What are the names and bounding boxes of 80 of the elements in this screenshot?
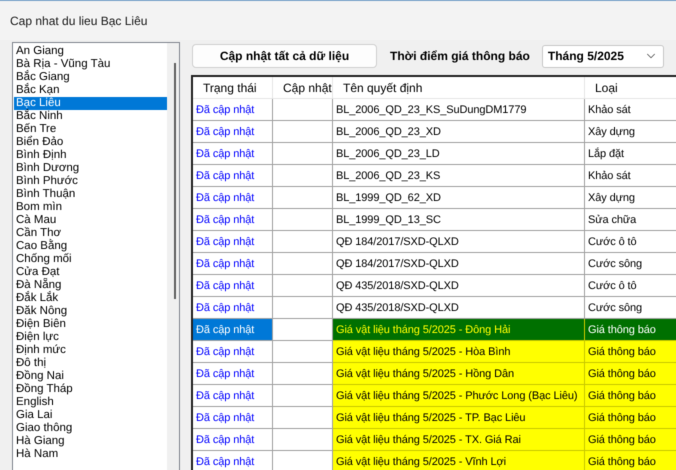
status-cell[interactable]: Đã cập nhật — [193, 319, 273, 341]
table-cell: Giá vật liệu tháng 5/2025 - Hòa Bình — [333, 341, 585, 363]
status-cell[interactable]: Đã cập nhật — [193, 253, 273, 275]
table-cell: Giá thông báo — [585, 385, 676, 407]
table-cell: Giá thông báo — [585, 429, 676, 451]
table-cell: Giá thông báo — [585, 451, 676, 470]
status-cell[interactable]: Đã cập nhật — [193, 429, 273, 451]
table-cell: Giá vật liệu tháng 5/2025 - TP. Bạc Liêu — [333, 407, 585, 429]
table-cell: QĐ 435/2018/SXD-QLXD — [333, 297, 585, 319]
province-item[interactable]: Bắc Giang — [14, 71, 167, 84]
province-item[interactable]: Đô thị — [14, 357, 167, 370]
table-cell: BL_2006_QD_23_LD — [333, 143, 585, 165]
status-cell[interactable]: Đã cập nhật — [193, 275, 273, 297]
province-item[interactable]: Điện Biên — [14, 318, 167, 331]
province-item[interactable]: Đắk Lắk — [14, 292, 167, 305]
province-item[interactable]: Bom mìn — [14, 201, 167, 214]
status-cell[interactable]: Đã cập nhật — [193, 363, 273, 385]
table-cell: QĐ 184/2017/SXD-QLXD — [333, 253, 585, 275]
table-cell: BL_2006_QD_23_KS_SuDungDM1779 — [333, 99, 585, 121]
province-item[interactable]: Chống mối — [14, 253, 167, 266]
table-cell: BL_1999_QD_13_SC — [333, 209, 585, 231]
province-item[interactable]: Biển Đảo — [14, 136, 167, 149]
province-item[interactable]: Bình Thuận — [14, 188, 167, 201]
table-cell: BL_2006_QD_23_KS — [333, 165, 585, 187]
status-cell[interactable]: Đã cập nhật — [193, 209, 273, 231]
province-item[interactable]: Bắc Ninh — [14, 110, 167, 123]
province-item[interactable]: Đăk Nông — [14, 305, 167, 318]
status-cell[interactable]: Đã cập nhật — [193, 341, 273, 363]
period-dropdown[interactable]: Tháng 5/2025 — [542, 44, 664, 68]
province-item[interactable]: Bạc Liêu — [14, 97, 167, 110]
province-item[interactable]: Bắc Kạn — [14, 84, 167, 97]
status-cell[interactable]: Đã cập nhật — [193, 231, 273, 253]
table-cell: Giá thông báo — [585, 363, 676, 385]
table-cell: Giá thông báo — [585, 407, 676, 429]
table-cell: Giá thông báo — [585, 319, 676, 341]
province-item[interactable]: Đồng Nai — [14, 370, 167, 383]
province-item[interactable]: English — [14, 396, 167, 409]
table-cell: QĐ 435/2018/SXD-QLXD — [333, 275, 585, 297]
update-all-button[interactable]: Cập nhật tất cả dữ liệu — [192, 44, 377, 68]
province-item[interactable]: Cần Thơ — [14, 227, 167, 240]
province-item[interactable]: Cao Bằng — [14, 240, 167, 253]
scrollbar[interactable] — [167, 43, 179, 470]
province-item[interactable]: Bình Phước — [14, 175, 167, 188]
province-item[interactable]: Gia Lai — [14, 409, 167, 422]
province-item[interactable]: Đà Nẵng — [14, 279, 167, 292]
status-cell[interactable]: Đã cập nhật — [193, 165, 273, 187]
province-item[interactable]: Điện lực — [14, 331, 167, 344]
province-item[interactable]: Giao thông — [14, 422, 167, 435]
province-item[interactable]: Bình Định — [14, 149, 167, 162]
province-item[interactable]: Cửa Đạt — [14, 266, 167, 279]
window-title: Cap nhat du lieu Bạc Liêu — [10, 14, 148, 28]
province-item[interactable]: Bến Tre — [14, 123, 167, 136]
province-item[interactable]: An Giang — [14, 45, 167, 58]
table-cell: Giá vật liệu tháng 5/2025 - Phước Long (Bạc Liêu) — [333, 385, 585, 407]
table-cell: QĐ 184/2017/SXD-QLXD — [333, 231, 585, 253]
status-cell[interactable]: Đã cập nhật — [193, 451, 273, 470]
table-cell: Giá vật liệu tháng 5/2025 - Vĩnh Lợi — [333, 451, 585, 470]
status-cell[interactable]: Đã cập nhật — [193, 187, 273, 209]
province-item[interactable]: Định mức — [14, 344, 167, 357]
province-item[interactable]: Cà Mau — [14, 214, 167, 227]
table-cell: BL_2006_QD_23_XD — [333, 121, 585, 143]
status-cell[interactable]: Đã cập nhật — [193, 99, 273, 121]
table-cell: BL_1999_QD_62_XD — [333, 187, 585, 209]
status-cell[interactable]: Đã cập nhật — [193, 297, 273, 319]
province-item[interactable]: Đồng Tháp — [14, 383, 167, 396]
status-cell[interactable]: Đã cập nhật — [193, 407, 273, 429]
status-cell[interactable]: Đã cập nhật — [193, 385, 273, 407]
province-item[interactable]: Bình Dương — [14, 162, 167, 175]
scrollbar-thumb[interactable] — [174, 63, 176, 299]
table-cell: Giá vật liệu tháng 5/2025 - Hồng Dân — [333, 363, 585, 385]
period-label: Thời điểm giá thông báo — [390, 49, 530, 63]
table-cell: Giá thông báo — [585, 341, 676, 363]
province-list[interactable] — [12, 42, 180, 470]
table-cell: Giá vật liệu tháng 5/2025 - Đông Hải — [333, 319, 585, 341]
province-item[interactable]: Hà Giang — [14, 435, 167, 448]
status-cell[interactable]: Đã cập nhật — [193, 143, 273, 165]
status-cell[interactable]: Đã cập nhật — [193, 121, 273, 143]
province-item[interactable]: Bà Rịa - Vũng Tàu — [14, 58, 167, 71]
table-cell: Giá vật liệu tháng 5/2025 - TX. Giá Rai — [333, 429, 585, 451]
province-item[interactable]: Hà Nam — [14, 448, 167, 461]
